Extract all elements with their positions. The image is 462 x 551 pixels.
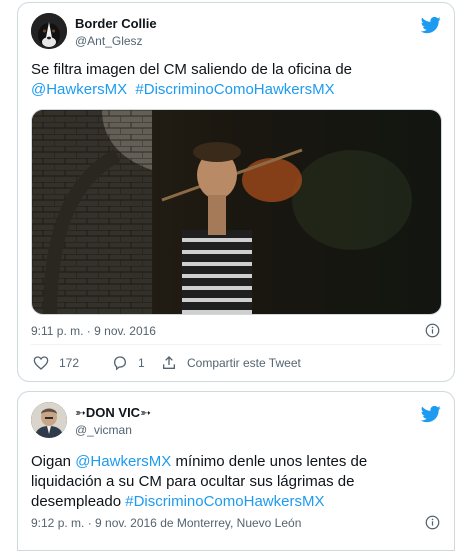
tweet-text-plain: Se filtra imagen del CM saliendo de la o… — [31, 61, 353, 78]
tweet-card[interactable]: Border Collie @Ant_Glesz Se filtra image… — [17, 2, 455, 382]
tweet-timestamp[interactable]: 9:11 p. m. · 9 nov. 2016 — [31, 324, 156, 338]
share-label: Compartir este Tweet — [187, 356, 301, 370]
tweet-actions: 172 1 Compartir este Tweet — [31, 353, 431, 373]
tweet-timestamp[interactable]: 9:12 p. m. · 9 nov. 2016 de Monterrey, N… — [31, 516, 301, 530]
reply-button[interactable]: 1 — [112, 353, 145, 373]
author-name[interactable]: ➳DON VIC➳ — [75, 405, 151, 421]
heart-icon — [33, 356, 49, 370]
reply-icon — [113, 356, 127, 371]
hashtag-link[interactable]: #DiscriminoComoHawkersMX — [125, 493, 324, 510]
divider — [31, 344, 441, 345]
author-name[interactable]: Border Collie — [75, 16, 157, 31]
like-button[interactable]: 172 — [33, 353, 79, 373]
mention-link[interactable]: @HawkersMX — [75, 453, 171, 470]
twitter-bird-icon[interactable] — [421, 404, 441, 424]
info-icon[interactable] — [425, 323, 440, 338]
author-handle[interactable]: @_vicman — [75, 423, 132, 437]
tweet-header: ➳DON VIC➳ @_vicman — [31, 402, 441, 442]
reply-count: 1 — [138, 356, 145, 370]
share-icon — [163, 356, 175, 369]
like-count: 172 — [59, 356, 80, 370]
avatar[interactable] — [31, 402, 67, 438]
tweet-header: Border Collie @Ant_Glesz — [31, 13, 441, 53]
tweet-text: Oigan @HawkersMX mínimo denle unos lente… — [31, 452, 441, 512]
tweet-text: Se filtra imagen del CM saliendo de la o… — [31, 60, 441, 100]
share-button[interactable]: Compartir este Tweet — [161, 353, 301, 373]
tweet-card[interactable]: ➳DON VIC➳ @_vicman Oigan @HawkersMX míni… — [17, 391, 455, 551]
info-icon[interactable] — [425, 515, 440, 530]
mention-link[interactable]: @HawkersMX — [31, 81, 127, 98]
tweet-text-prefix: Oigan — [31, 453, 72, 470]
hashtag-link[interactable]: #DiscriminoComoHawkersMX — [135, 81, 334, 98]
twitter-bird-icon[interactable] — [421, 15, 441, 35]
tweet-media-image[interactable] — [31, 109, 442, 315]
avatar[interactable] — [31, 13, 67, 49]
author-handle[interactable]: @Ant_Glesz — [75, 34, 143, 48]
